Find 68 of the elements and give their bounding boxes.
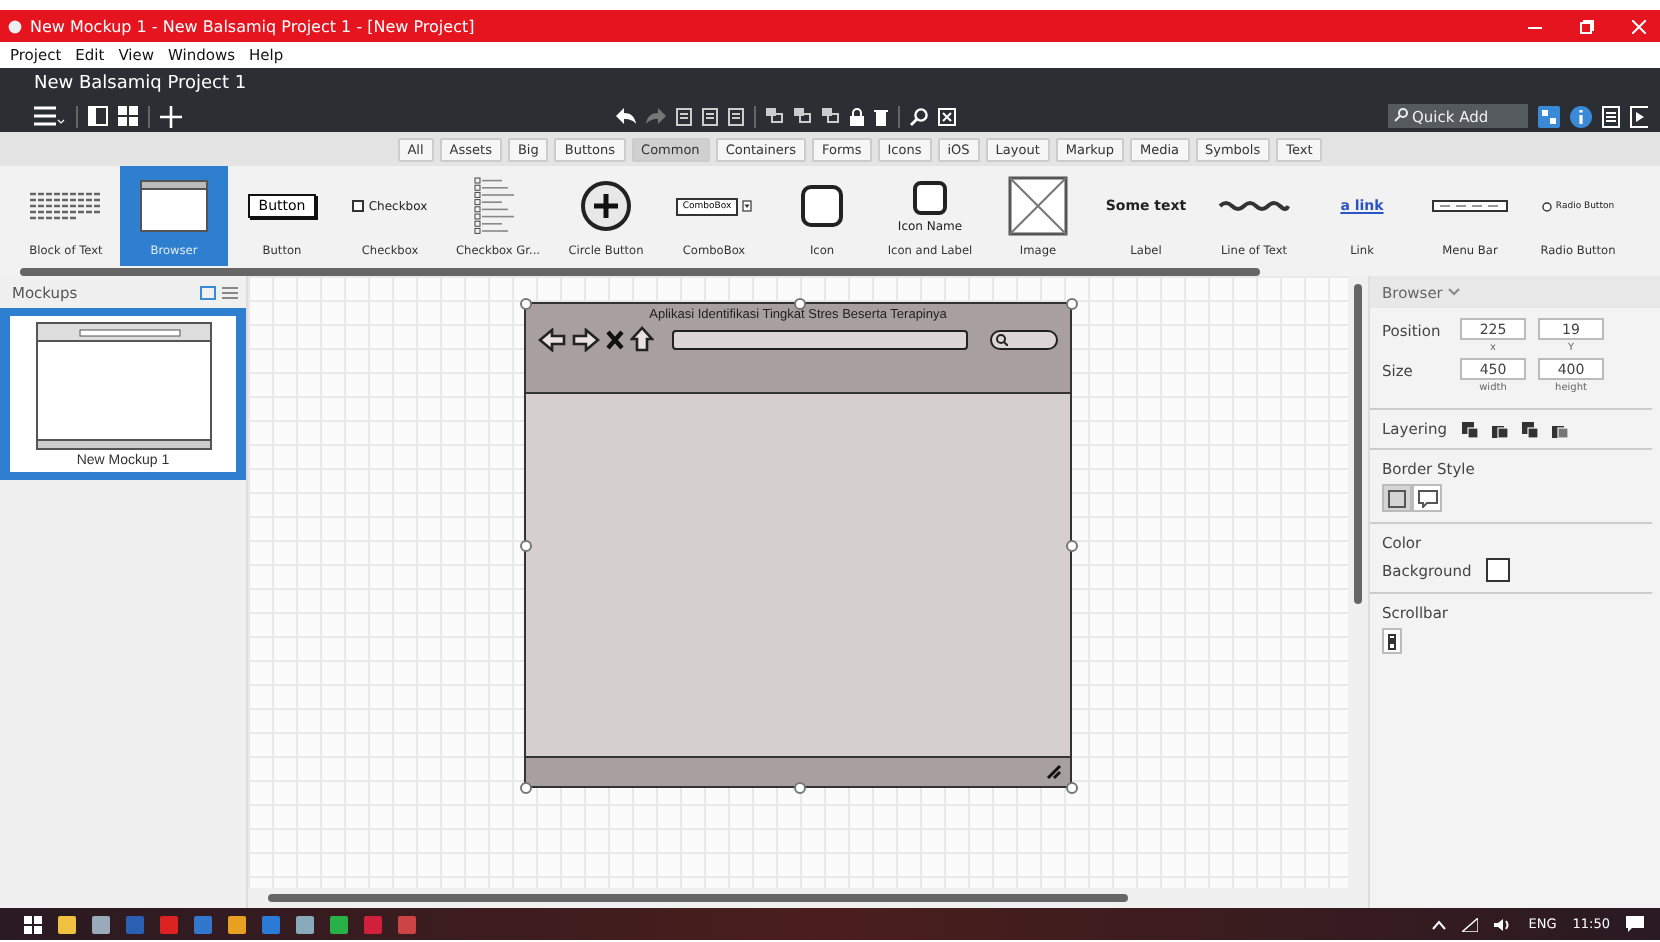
network-icon[interactable] xyxy=(1462,917,1479,931)
circle-plus-icon xyxy=(580,180,632,232)
color-swatch[interactable] xyxy=(1485,558,1510,582)
rounded-square-icon xyxy=(800,184,844,228)
trash-icon[interactable] xyxy=(873,107,887,125)
project-title: New Balsamiq Project 1 xyxy=(34,74,247,94)
lock-icon[interactable] xyxy=(849,107,863,125)
mockup-panel-icon[interactable] xyxy=(1538,105,1560,127)
menu-bar-drawing xyxy=(1432,200,1508,212)
scribble-line-drawing xyxy=(1218,200,1290,212)
selection-handle[interactable] xyxy=(794,298,806,310)
chevron-down-icon[interactable] xyxy=(1448,288,1461,296)
selection-handle[interactable] xyxy=(1066,782,1078,794)
document-icon[interactable] xyxy=(727,107,743,125)
search-icon[interactable] xyxy=(909,107,927,125)
search-field[interactable] xyxy=(990,329,1058,349)
caret-icon xyxy=(741,200,752,212)
search-icon xyxy=(996,333,1008,345)
redo-icon[interactable] xyxy=(645,108,665,124)
document-icon[interactable] xyxy=(675,107,691,125)
thumbnail-view-icon[interactable] xyxy=(200,285,216,299)
layer-icon[interactable] xyxy=(1551,421,1568,437)
panel-view-icon[interactable] xyxy=(88,106,108,126)
selection-handle[interactable] xyxy=(520,782,532,794)
selection-handle[interactable] xyxy=(1066,298,1078,310)
windows-logo-icon[interactable] xyxy=(24,915,42,933)
scrollbar[interactable] xyxy=(1354,284,1362,604)
resize-grip-icon xyxy=(1046,764,1062,780)
text-block-drawing xyxy=(30,192,102,220)
notification-icon[interactable] xyxy=(1626,916,1644,932)
scrollbar[interactable] xyxy=(20,267,1260,275)
border-style-toggle[interactable] xyxy=(1412,484,1442,512)
scrollbar[interactable] xyxy=(268,894,1128,902)
layer-icon[interactable] xyxy=(1521,421,1538,437)
restore-icon[interactable] xyxy=(1579,19,1593,33)
back-arrow-icon xyxy=(538,327,566,351)
checkbox-icon xyxy=(352,200,365,212)
scrollbar-icon xyxy=(1388,633,1396,649)
close-icon[interactable] xyxy=(1631,19,1645,33)
play-icon[interactable] xyxy=(1630,105,1648,127)
document-icon[interactable] xyxy=(701,107,717,125)
search-icon xyxy=(1394,108,1408,122)
window-title: New Mockup 1 - New Balsamiq Project 1 - [New Project] xyxy=(30,17,475,35)
list-icon[interactable] xyxy=(1602,105,1620,127)
app-logo-icon xyxy=(8,19,22,33)
scrollbar-toggle[interactable] xyxy=(1382,628,1402,654)
speaker-icon[interactable] xyxy=(1494,917,1513,931)
grid-view-icon[interactable] xyxy=(118,106,138,126)
rounded-square-icon xyxy=(912,179,948,215)
selection-handle[interactable] xyxy=(520,298,532,310)
info-icon[interactable] xyxy=(1570,105,1592,127)
radio-icon xyxy=(1541,201,1552,211)
list-view-icon[interactable] xyxy=(222,285,238,299)
browser-drawing xyxy=(140,180,208,232)
chevron-up-icon[interactable] xyxy=(1432,919,1447,929)
address-field[interactable] xyxy=(672,329,968,349)
box-x-icon[interactable] xyxy=(937,107,955,125)
undo-icon[interactable] xyxy=(615,108,635,124)
layer-icon[interactable] xyxy=(1491,421,1508,437)
home-icon xyxy=(630,326,654,352)
forward-arrow-icon xyxy=(572,327,600,351)
image-placeholder-icon xyxy=(1008,176,1068,236)
selection-handle[interactable] xyxy=(520,540,532,552)
plus-icon[interactable] xyxy=(160,105,182,127)
border-style-toggle[interactable] xyxy=(1382,484,1412,512)
layer-icon[interactable] xyxy=(1461,421,1478,437)
menu-icon[interactable] xyxy=(34,106,66,126)
close-icon xyxy=(606,329,624,349)
